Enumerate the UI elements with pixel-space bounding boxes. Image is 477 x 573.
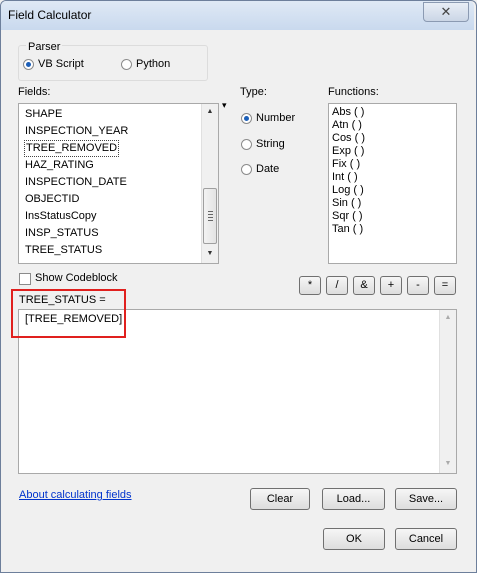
function-item-cos[interactable]: Cos ( ) — [332, 132, 365, 145]
window-title: Field Calculator — [8, 8, 92, 22]
operator-multiply-button[interactable]: * — [299, 276, 321, 295]
cancel-button[interactable]: Cancel — [395, 528, 457, 550]
field-item-shape[interactable]: SHAPE — [25, 106, 62, 123]
function-item-fix[interactable]: Fix ( ) — [332, 158, 360, 171]
close-button[interactable]: ✕ — [423, 2, 469, 22]
vbscript-label: VB Script — [38, 58, 84, 70]
function-item-int[interactable]: Int ( ) — [332, 171, 358, 184]
type-label: Type: — [240, 86, 267, 98]
vbscript-radio-icon[interactable] — [23, 59, 34, 70]
field-item-tree-status[interactable]: TREE_STATUS — [25, 242, 102, 259]
operator-divide-button[interactable]: / — [326, 276, 348, 295]
fields-list[interactable]: SHAPE INSPECTION_YEAR TREE_REMOVED HAZ_R… — [18, 103, 219, 264]
expr-scroll-down-icon[interactable]: ▼ — [440, 456, 456, 472]
operator-equals-button[interactable]: = — [434, 276, 456, 295]
show-codeblock-label: Show Codeblock — [35, 272, 118, 284]
scroll-up-icon[interactable]: ▲ — [202, 104, 218, 120]
scroll-down-icon[interactable]: ▼ — [202, 246, 218, 262]
load-button[interactable]: Load... — [322, 488, 385, 510]
functions-label: Functions: — [328, 86, 379, 98]
parser-label: Parser — [26, 41, 63, 53]
expression-scrollbar[interactable]: ▲ ▼ — [439, 310, 456, 473]
date-label: Date — [256, 163, 280, 175]
function-item-sqr[interactable]: Sqr ( ) — [332, 210, 363, 223]
operator-minus-button[interactable]: - — [407, 276, 429, 295]
field-item-insp-status[interactable]: INSP_STATUS — [25, 225, 99, 242]
sort-icon[interactable]: ▾ — [222, 100, 227, 111]
function-item-tan[interactable]: Tan ( ) — [332, 223, 363, 236]
string-radio-icon[interactable] — [241, 139, 252, 150]
scroll-thumb[interactable] — [203, 188, 217, 244]
field-item-inspection-year[interactable]: INSPECTION_YEAR — [25, 123, 128, 140]
python-radio-icon[interactable] — [121, 59, 132, 70]
about-calculating-fields-link[interactable]: About calculating fields — [19, 489, 132, 501]
function-item-atn[interactable]: Atn ( ) — [332, 119, 362, 132]
fields-label: Fields: — [18, 86, 51, 98]
python-label: Python — [136, 58, 171, 70]
function-item-sin[interactable]: Sin ( ) — [332, 197, 361, 210]
number-label: Number — [256, 112, 296, 124]
highlight-annotation-box — [11, 289, 126, 338]
field-item-haz-rating[interactable]: HAZ_RATING — [25, 157, 94, 174]
field-item-tree-removed[interactable]: TREE_REMOVED — [24, 140, 120, 157]
date-radio-icon[interactable] — [241, 164, 252, 175]
functions-list[interactable]: Abs ( ) Atn ( ) Cos ( ) Exp ( ) Fix ( ) … — [328, 103, 457, 264]
function-item-exp[interactable]: Exp ( ) — [332, 145, 364, 158]
field-item-insstatuscopy[interactable]: InsStatusCopy — [25, 208, 97, 225]
save-button[interactable]: Save... — [395, 488, 457, 510]
function-item-abs[interactable]: Abs ( ) — [332, 106, 364, 119]
field-item-inspection-date[interactable]: INSPECTION_DATE — [25, 174, 127, 191]
clear-button[interactable]: Clear — [250, 488, 310, 510]
checkbox-box-icon[interactable] — [19, 273, 31, 285]
fields-scrollbar[interactable]: ▲ ▼ — [201, 104, 218, 263]
ok-button[interactable]: OK — [323, 528, 385, 550]
field-item-objectid[interactable]: OBJECTID — [25, 191, 79, 208]
function-item-log[interactable]: Log ( ) — [332, 184, 364, 197]
string-label: String — [256, 138, 285, 150]
number-radio-icon[interactable] — [241, 113, 252, 124]
expr-scroll-up-icon[interactable]: ▲ — [440, 310, 456, 326]
operator-ampersand-button[interactable]: & — [353, 276, 375, 295]
operator-plus-button[interactable]: + — [380, 276, 402, 295]
